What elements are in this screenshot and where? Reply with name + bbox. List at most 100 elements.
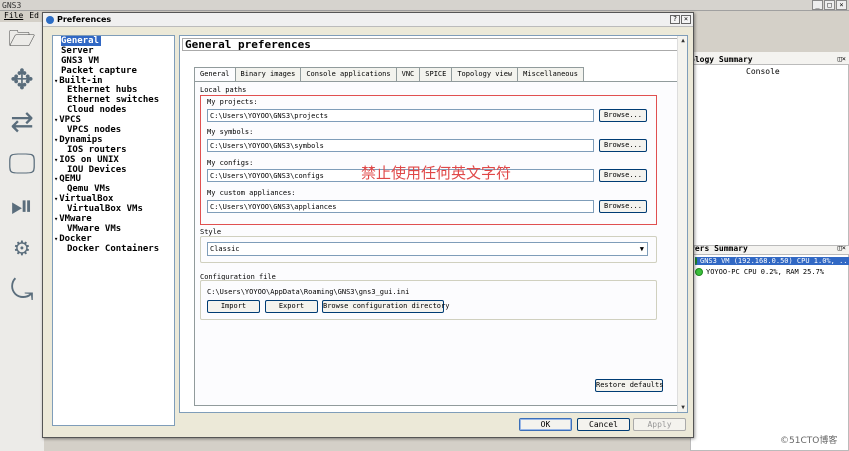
maximize-button[interactable]: □ <box>824 0 835 10</box>
restore-defaults-button[interactable]: Restore defaults <box>595 379 663 392</box>
left-toolbar: 🗁 ✥ ⇄ 🖵 ⏯ ⚙ ⤿ <box>0 22 44 451</box>
scroll-up-icon[interactable]: ▲ <box>678 36 688 45</box>
right-panel: ology Summary ◫× Console vers Summary ◫×… <box>690 52 849 451</box>
app-title: GNS3 <box>2 1 22 10</box>
nav-item[interactable]: Docker Containers <box>53 244 174 254</box>
servers-summary-list[interactable]: GNS3 VM (192.168.0.50) CPU 1.0%, ... YOY… <box>690 254 849 451</box>
switch-icon[interactable]: ⇄ <box>6 106 38 138</box>
close-button[interactable]: × <box>836 0 847 10</box>
open-folder-icon[interactable]: 🗁 <box>6 24 38 56</box>
tab-vnc[interactable]: VNC <box>395 67 421 81</box>
nav-item[interactable]: ▾VPCS <box>53 115 174 125</box>
dialog-title: Preferences <box>57 15 112 24</box>
tab-topology-view[interactable]: Topology view <box>451 67 519 81</box>
tab-miscellaneous[interactable]: Miscellaneous <box>517 67 584 81</box>
projects-path-input[interactable]: C:\Users\YOYOO\GNS3\projects <box>207 109 594 122</box>
server-row[interactable]: YOYOO-PC CPU 0.2%, RAM 25.7% <box>695 268 824 276</box>
minimize-button[interactable]: _ <box>812 0 823 10</box>
nav-item-label: Docker <box>59 233 92 244</box>
dialog-close-button[interactable]: × <box>681 15 691 24</box>
nav-item[interactable]: IOS routers <box>53 145 174 155</box>
tab-general[interactable]: General <box>194 67 236 82</box>
import-button[interactable]: Import <box>207 300 260 313</box>
servers-panel-controls[interactable]: ◫× <box>838 244 846 252</box>
nav-item[interactable]: IOU Devices <box>53 165 174 175</box>
menu-edit[interactable]: Ed <box>29 11 39 21</box>
apply-button[interactable]: Apply <box>633 418 686 431</box>
nav-item-label: IOS routers <box>67 144 127 155</box>
topology-col-console: Console <box>746 67 780 76</box>
nav-item-label: QEMU <box>59 174 81 185</box>
router-icon[interactable]: ✥ <box>6 64 38 96</box>
nav-item-label: General <box>61 36 101 46</box>
nav-item[interactable]: ▾Dynamips <box>53 135 174 145</box>
nav-item-label: VPCS nodes <box>67 125 122 136</box>
nav-item[interactable]: Qemu VMs <box>53 184 174 194</box>
nav-item[interactable]: Server <box>53 46 174 56</box>
browse-config-directory-button[interactable]: Browse configuration directory <box>322 300 449 313</box>
tab-binary-images[interactable]: Binary images <box>234 67 302 81</box>
nav-item[interactable]: ▾QEMU <box>53 174 174 184</box>
browse-configs-button[interactable]: Browse... <box>599 169 647 182</box>
expand-arrow-icon[interactable]: ▾ <box>54 116 58 124</box>
nav-item-label: VirtualBox VMs <box>67 204 143 215</box>
nav-item[interactable]: Ethernet switches <box>53 95 174 105</box>
topology-summary-list[interactable]: Console <box>690 64 849 246</box>
end-device-icon[interactable]: 🖵 <box>6 148 38 180</box>
scroll-down-icon[interactable]: ▼ <box>678 403 688 412</box>
appliances-label: My custom appliances: <box>207 189 296 197</box>
symbols-path-input[interactable]: C:\Users\YOYOO\GNS3\symbols <box>207 139 594 152</box>
expand-arrow-icon[interactable]: ▾ <box>54 215 58 223</box>
projects-label: My projects: <box>207 98 258 106</box>
style-select[interactable]: Classic ▼ <box>207 242 648 256</box>
expand-arrow-icon[interactable]: ▾ <box>54 136 58 144</box>
all-devices-icon[interactable]: ⚙ <box>6 232 38 264</box>
general-tab-body: Local paths My projects: C:\Users\YOYOO\… <box>194 81 678 406</box>
dialog-title-bar: Preferences <box>43 13 693 27</box>
nav-item[interactable]: VMware VMs <box>53 224 174 234</box>
browse-symbols-button[interactable]: Browse... <box>599 139 647 152</box>
configs-label: My configs: <box>207 159 254 167</box>
expand-arrow-icon[interactable]: ▾ <box>54 156 58 164</box>
server-row[interactable]: GNS3 VM (192.168.0.50) CPU 1.0%, ... <box>695 257 849 265</box>
content-scrollbar[interactable]: ▲ ▼ <box>677 36 687 412</box>
chinese-annotation-text: 禁止使用任何英文字符 <box>361 164 512 182</box>
browse-projects-button[interactable]: Browse... <box>599 109 647 122</box>
symbols-label: My symbols: <box>207 128 254 136</box>
security-device-icon[interactable]: ⏯ <box>6 190 38 222</box>
ok-button[interactable]: OK <box>519 418 572 431</box>
nav-item[interactable]: ▾IOS on UNIX <box>53 155 174 165</box>
export-button[interactable]: Export <box>265 300 318 313</box>
nav-item[interactable]: General <box>53 36 174 46</box>
expand-arrow-icon[interactable]: ▾ <box>54 77 58 85</box>
tab-console-applications[interactable]: Console applications <box>300 67 397 81</box>
add-link-icon[interactable]: ⤿ <box>6 274 38 306</box>
nav-item[interactable]: ▾VirtualBox <box>53 194 174 204</box>
topology-summary-title: ology Summary <box>690 55 753 64</box>
help-button[interactable]: ? <box>670 15 680 24</box>
nav-item[interactable]: GNS3 VM <box>53 56 174 66</box>
menu-file[interactable]: File <box>4 11 23 21</box>
preferences-nav-tree[interactable]: General Server GNS3 VM Packet capture ▾Built… <box>52 35 175 426</box>
preferences-content: General preferences General Binary images… <box>179 35 688 413</box>
dialog-controls: ? × <box>670 15 691 24</box>
nav-item[interactable]: Ethernet hubs <box>53 85 174 95</box>
nav-item[interactable]: VirtualBox VMs <box>53 204 174 214</box>
expand-arrow-icon[interactable]: ▾ <box>54 195 58 203</box>
topology-panel-controls[interactable]: ◫× <box>838 55 846 63</box>
nav-item[interactable]: Packet capture <box>53 66 174 76</box>
nav-item[interactable]: ▾Built-in <box>53 76 174 86</box>
menu-bar: File Ed <box>0 11 45 21</box>
cancel-button[interactable]: Cancel <box>577 418 630 431</box>
nav-item[interactable]: ▾Docker <box>53 234 174 244</box>
tab-spice[interactable]: SPICE <box>419 67 453 81</box>
browse-appliances-button[interactable]: Browse... <box>599 200 647 213</box>
appliances-path-input[interactable]: C:\Users\YOYOO\GNS3\appliances <box>207 200 594 213</box>
expand-arrow-icon[interactable]: ▾ <box>54 235 58 243</box>
nav-item[interactable]: VPCS nodes <box>53 125 174 135</box>
local-paths-heading: Local paths <box>200 86 247 94</box>
nav-item-label: Ethernet switches <box>67 95 160 106</box>
nav-item[interactable]: ▾VMware <box>53 214 174 224</box>
expand-arrow-icon[interactable]: ▾ <box>54 175 58 183</box>
nav-item[interactable]: Cloud nodes <box>53 105 174 115</box>
